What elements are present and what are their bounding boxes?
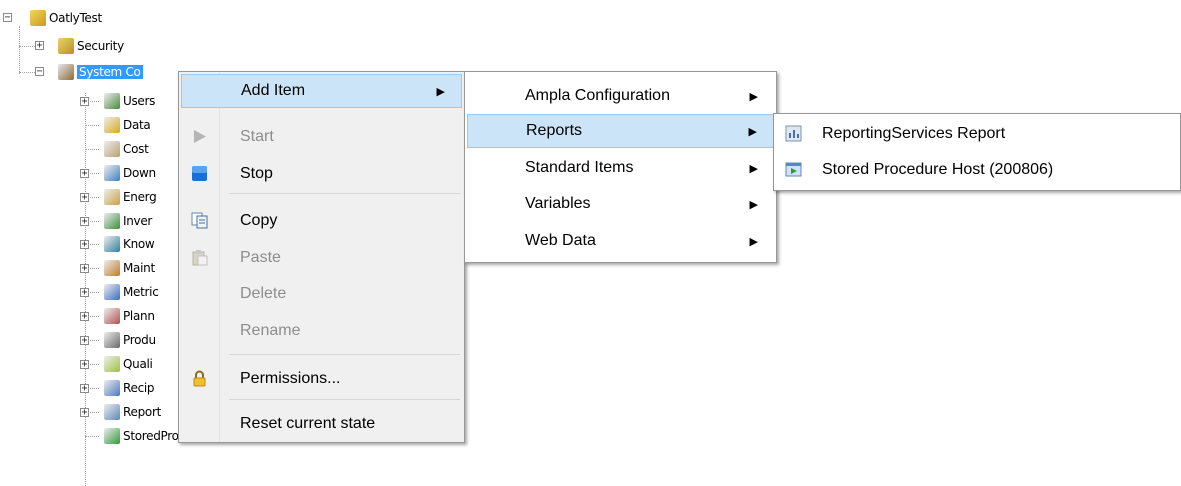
menu-item-start[interactable]: Start <box>181 120 462 154</box>
tree-node-data[interactable]: Data <box>104 116 151 134</box>
knowledge-icon <box>104 236 120 252</box>
collapse-toggle[interactable]: − <box>3 13 12 23</box>
planning-icon <box>104 308 120 324</box>
menu-separator <box>229 193 460 194</box>
tree-line <box>85 173 99 174</box>
reports-submenu: ReportingServices Report Stored Procedur… <box>773 113 1181 191</box>
tree-line <box>85 125 99 126</box>
security-icon <box>58 38 74 54</box>
context-menu: Add Item ▶ Start Stop Copy Paste Delete … <box>178 71 465 443</box>
inventory-icon <box>104 213 120 229</box>
tree-node-quali[interactable]: Quali <box>104 355 153 373</box>
users-icon <box>104 93 120 109</box>
menu-item-paste[interactable]: Paste <box>181 241 462 275</box>
tree-line <box>85 268 99 269</box>
metrics-icon <box>104 284 120 300</box>
expand-toggle[interactable]: + <box>35 41 44 51</box>
tree-line <box>19 46 35 47</box>
reporting-services-icon <box>785 125 802 142</box>
database-icon <box>104 117 120 133</box>
chevron-right-icon: ▶ <box>748 125 757 138</box>
tree-line <box>85 412 99 413</box>
recipe-icon <box>104 380 120 396</box>
menu-item-rename[interactable]: Rename <box>181 314 462 348</box>
tree-node-down[interactable]: Down <box>104 164 156 182</box>
menu-separator <box>229 354 460 355</box>
add-item-submenu: Ampla Configuration ▶ Reports ▶ Standard… <box>464 71 777 263</box>
quality-icon <box>104 356 120 372</box>
tree-node-cost[interactable]: Cost <box>104 140 149 158</box>
energy-icon <box>104 189 120 205</box>
tree-line <box>85 244 99 245</box>
paste-icon <box>192 250 208 266</box>
menu-item-reportingservices-report[interactable]: ReportingServices Report <box>776 117 1178 151</box>
menu-separator <box>229 399 460 400</box>
tree-line <box>85 316 99 317</box>
tree-line <box>85 149 99 150</box>
tree-line <box>85 364 99 365</box>
tree-line <box>85 436 99 437</box>
tree-node-system-configuration[interactable]: System Co <box>58 63 143 81</box>
menu-item-copy[interactable]: Copy <box>181 204 462 238</box>
tree-node-report[interactable]: Report <box>104 403 161 421</box>
tree-node-maint[interactable]: Maint <box>104 259 155 277</box>
tree-line <box>85 388 99 389</box>
system-config-icon <box>58 64 74 80</box>
play-icon <box>194 130 206 143</box>
chevron-right-icon: ▶ <box>436 85 445 98</box>
report-icon <box>104 404 120 420</box>
chevron-right-icon: ▶ <box>749 90 758 103</box>
tree-node-plann[interactable]: Plann <box>104 307 155 325</box>
chevron-right-icon: ▶ <box>749 162 758 175</box>
tree-node-metric[interactable]: Metric <box>104 283 159 301</box>
menu-item-web-data[interactable]: Web Data ▶ <box>467 224 774 258</box>
tree-line <box>85 101 99 102</box>
menu-item-permissions[interactable]: Permissions... <box>181 362 462 396</box>
tree-line <box>85 221 99 222</box>
tree-node-users[interactable]: Users <box>104 92 155 110</box>
tree-line <box>19 26 20 74</box>
production-icon <box>104 332 120 348</box>
tree-node-energ[interactable]: Energ <box>104 188 157 206</box>
menu-item-reports[interactable]: Reports ▶ <box>467 114 774 148</box>
menu-item-stop[interactable]: Stop <box>181 157 462 191</box>
menu-item-delete[interactable]: Delete <box>181 277 462 311</box>
lock-icon <box>193 370 206 387</box>
chevron-right-icon: ▶ <box>749 235 758 248</box>
collapse-toggle[interactable]: − <box>35 67 44 77</box>
menu-item-reset-current-state[interactable]: Reset current state <box>181 407 462 441</box>
copy-icon <box>191 212 208 229</box>
tree-line <box>85 340 99 341</box>
tree-line <box>85 292 99 293</box>
stop-icon <box>192 166 207 181</box>
downtime-icon <box>104 165 120 181</box>
chevron-right-icon: ▶ <box>749 198 758 211</box>
stored-procedure-icon <box>104 428 120 444</box>
tree-node-root[interactable]: OatlyTest <box>30 9 102 27</box>
tree-node-produ[interactable]: Produ <box>104 331 156 349</box>
menu-item-stored-procedure-host[interactable]: Stored Procedure Host (200806) <box>776 153 1178 187</box>
server-icon <box>30 10 46 26</box>
menu-item-add-item[interactable]: Add Item ▶ <box>181 74 462 108</box>
stored-procedure-icon <box>785 162 802 177</box>
tree-node-know[interactable]: Know <box>104 235 155 253</box>
cost-icon <box>104 141 120 157</box>
maintenance-icon <box>104 260 120 276</box>
tree-node-inver[interactable]: Inver <box>104 212 152 230</box>
tree-line <box>85 197 99 198</box>
menu-item-standard-items[interactable]: Standard Items ▶ <box>467 151 774 185</box>
menu-item-variables[interactable]: Variables ▶ <box>467 187 774 221</box>
menu-item-ampla-configuration[interactable]: Ampla Configuration ▶ <box>467 79 774 113</box>
tree-node-recip[interactable]: Recip <box>104 379 155 397</box>
tree-line <box>19 72 35 73</box>
tree-node-security[interactable]: Security <box>58 37 124 55</box>
